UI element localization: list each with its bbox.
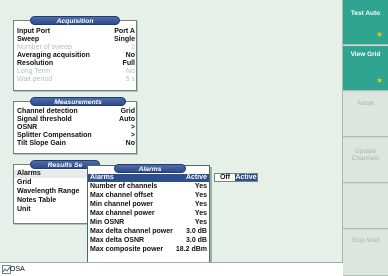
alarms-popup: Alarms Alarms Active Number of channels Y…	[87, 164, 210, 263]
row-notes-table[interactable]: Notes Table	[17, 197, 56, 205]
row-tilt-slope-gain[interactable]: Tilt Slope Gain No	[17, 140, 135, 148]
star-icon: ✶	[376, 32, 383, 39]
alarms-title: Alarms	[114, 164, 186, 173]
alarm-number-of-channels[interactable]: Number of channels Yes	[90, 183, 207, 191]
row-averaging-acquisition[interactable]: Averaging acquisition No	[17, 52, 135, 60]
acquisition-panel: Acquisition Input Port Port A Sweep Single…	[13, 16, 137, 91]
right-sidebar: Test Auto ✶ View Grid ✶ Adopt Update Cha…	[343, 0, 388, 276]
alarm-max-delta-osnr[interactable]: Max delta OSNR 3.0 dB	[90, 237, 207, 245]
row-resolution[interactable]: Resolution Full	[17, 60, 135, 68]
row-signal-threshold[interactable]: Signal threshold Auto	[17, 116, 135, 124]
alarm-min-osnr[interactable]: Min OSNR Yes	[90, 219, 207, 227]
toggle-active-option[interactable]: Active	[235, 174, 257, 181]
row-wait-period: Wait period 5 s	[17, 76, 135, 83]
row-input-port[interactable]: Input Port Port A	[17, 28, 135, 36]
alarm-max-channel-power[interactable]: Max channel power Yes	[90, 210, 207, 218]
row-long-term: Long Term No	[17, 68, 135, 75]
alarm-max-delta-channel-power[interactable]: Max delta channel power 3.0 dB	[90, 228, 207, 236]
test-auto-button[interactable]: Test Auto ✶	[343, 0, 388, 45]
row-unit[interactable]: Unit	[17, 206, 31, 214]
row-grid[interactable]: Grid	[17, 179, 31, 187]
acquisition-title: Acquisition	[30, 16, 120, 25]
row-alarms-selected[interactable]: Alarms	[14, 170, 94, 178]
empty-button[interactable]	[343, 184, 388, 229]
row-wavelength-range[interactable]: Wavelength Range	[17, 188, 79, 196]
stop-wait-button[interactable]: Stop Wait	[343, 230, 388, 276]
row-sweep[interactable]: Sweep Single	[17, 36, 135, 44]
measurements-title: Measurements	[30, 97, 126, 106]
alarm-min-channel-power[interactable]: Min channel power Yes	[90, 201, 207, 209]
alarm-max-channel-offset[interactable]: Max channel offset Yes	[90, 192, 207, 200]
main-area: Acquisition Input Port Port A Sweep Single…	[0, 0, 343, 276]
alarms-header-row[interactable]: Alarms Active	[88, 174, 209, 182]
row-splitter-compensation[interactable]: Splitter Compensation >	[17, 132, 135, 140]
update-channels-button[interactable]: Update Channels	[343, 138, 388, 183]
row-number-of-sweep: Number of sweep 2	[17, 44, 135, 51]
results-setup-panel: Results Se Alarms Grid Wavelength Range …	[13, 160, 100, 224]
alarm-max-composite-power[interactable]: Max composite power 18.2 dBm	[90, 246, 207, 254]
alarm-active-toggle[interactable]: Off Active	[214, 173, 258, 182]
view-grid-button[interactable]: View Grid ✶	[343, 46, 388, 91]
row-osnr[interactable]: OSNR >	[17, 124, 135, 132]
status-bar: OSA	[0, 262, 343, 276]
measurements-panel: Measurements Channel detection Grid Signa…	[13, 97, 137, 154]
row-channel-detection[interactable]: Channel detection Grid	[17, 108, 135, 116]
star-icon: ✶	[376, 78, 383, 85]
adopt-button[interactable]: Adopt	[343, 92, 388, 137]
toggle-off-option[interactable]: Off	[216, 174, 234, 181]
tab-osa[interactable]: OSA	[10, 266, 25, 273]
